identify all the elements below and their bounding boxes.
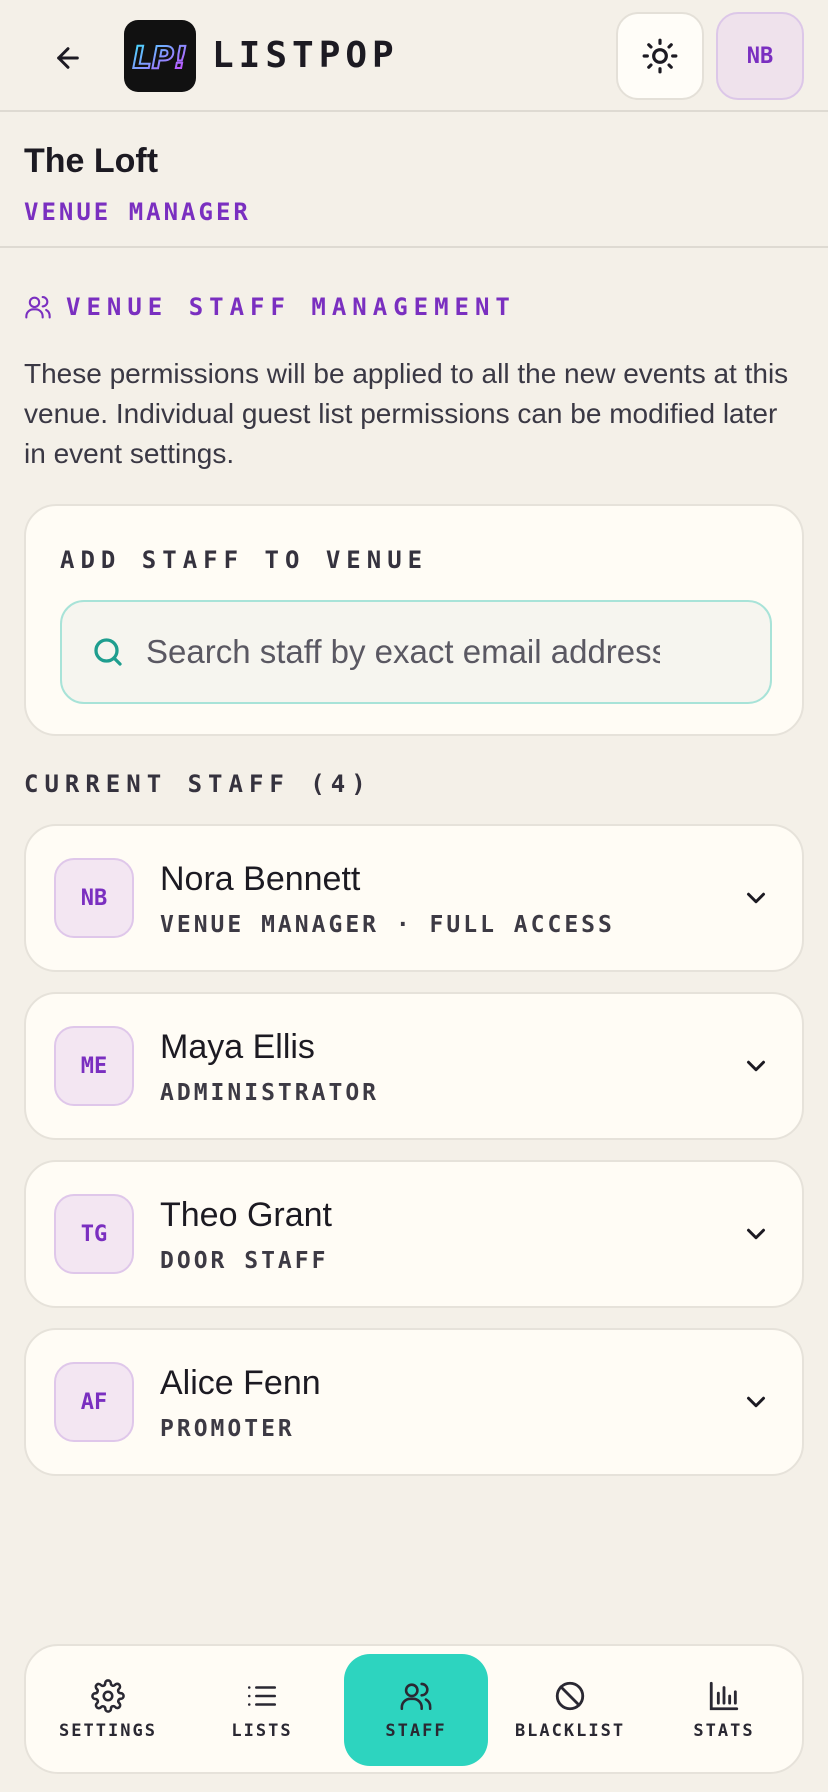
staff-role: DOOR STAFF bbox=[160, 1248, 329, 1274]
staff-name: Alice Fenn bbox=[160, 1364, 321, 1402]
ban-icon bbox=[555, 1681, 585, 1711]
staff-name: Theo Grant bbox=[160, 1196, 332, 1234]
venue-name: The Loft bbox=[24, 142, 159, 180]
nav-label: STAFF bbox=[385, 1721, 447, 1741]
chevron-down-icon bbox=[747, 892, 765, 904]
add-staff-label: ADD STAFF TO VENUE bbox=[60, 546, 429, 574]
section-heading: VENUE STAFF MANAGEMENT bbox=[24, 290, 516, 324]
nav-label: BLACKLIST bbox=[514, 1721, 626, 1741]
arrow-left-icon bbox=[57, 47, 79, 69]
staff-card[interactable]: TG Theo Grant DOOR STAFF bbox=[24, 1160, 804, 1308]
nav-tab-lists[interactable]: LISTS bbox=[190, 1654, 334, 1766]
sun-icon bbox=[642, 38, 678, 74]
staff-search-input[interactable] bbox=[146, 633, 660, 671]
staff-role: VENUE MANAGER · FULL ACCESS bbox=[160, 912, 615, 938]
staff-name: Nora Bennett bbox=[160, 860, 361, 898]
nav-tab-blacklist[interactable]: BLACKLIST bbox=[498, 1654, 642, 1766]
nav-label: SETTINGS bbox=[59, 1721, 157, 1741]
chevron-down-icon bbox=[747, 1396, 765, 1408]
expand-button[interactable] bbox=[738, 1216, 774, 1252]
top-bar: LP! LISTPOP NB bbox=[0, 0, 828, 112]
users-icon bbox=[25, 296, 51, 319]
theme-toggle-button[interactable] bbox=[616, 12, 704, 100]
staff-card[interactable]: NB Nora Bennett VENUE MANAGER · FULL ACC… bbox=[24, 824, 804, 972]
staff-card[interactable]: ME Maya Ellis ADMINISTRATOR bbox=[24, 992, 804, 1140]
bar-chart-icon bbox=[709, 1681, 739, 1711]
staff-search-field[interactable] bbox=[60, 600, 772, 704]
gear-icon bbox=[91, 1679, 125, 1713]
nav-tab-staff[interactable]: STAFF bbox=[344, 1654, 488, 1766]
user-avatar-button[interactable]: NB bbox=[716, 12, 804, 100]
section-description: These permissions will be applied to all… bbox=[24, 358, 789, 469]
staff-card[interactable]: AF Alice Fenn PROMOTER bbox=[24, 1328, 804, 1476]
svg-text:LP!: LP! bbox=[133, 41, 188, 76]
nav-tab-stats[interactable]: STATS bbox=[652, 1654, 796, 1766]
users-icon bbox=[400, 1682, 432, 1711]
staff-avatar: NB bbox=[54, 858, 134, 938]
back-button[interactable] bbox=[44, 34, 92, 82]
nav-label: LISTS bbox=[231, 1721, 293, 1741]
add-staff-card: ADD STAFF TO VENUE bbox=[24, 504, 804, 736]
expand-button[interactable] bbox=[738, 1048, 774, 1084]
app-brand: LISTPOP bbox=[212, 34, 399, 76]
current-staff-label: CURRENT STAFF (4) bbox=[24, 770, 372, 798]
list-icon bbox=[247, 1686, 277, 1706]
staff-role: PROMOTER bbox=[160, 1416, 295, 1442]
bottom-nav: SETTINGS LISTS STAFF BLACKLIST STATS bbox=[24, 1644, 804, 1774]
section-title: VENUE STAFF MANAGEMENT bbox=[66, 293, 516, 321]
expand-button[interactable] bbox=[738, 1384, 774, 1420]
staff-name: Maya Ellis bbox=[160, 1028, 315, 1066]
chevron-down-icon bbox=[747, 1060, 765, 1072]
nav-label: STATS bbox=[693, 1721, 755, 1741]
staff-avatar: TG bbox=[54, 1194, 134, 1274]
staff-avatar: ME bbox=[54, 1026, 134, 1106]
staff-avatar: AF bbox=[54, 1362, 134, 1442]
expand-button[interactable] bbox=[738, 880, 774, 916]
search-icon bbox=[94, 638, 122, 666]
venue-role: VENUE MANAGER bbox=[24, 198, 251, 226]
staff-role: ADMINISTRATOR bbox=[160, 1080, 380, 1106]
nav-tab-settings[interactable]: SETTINGS bbox=[36, 1654, 180, 1766]
chevron-down-icon bbox=[747, 1228, 765, 1240]
venue-header: The Loft VENUE MANAGER bbox=[0, 112, 828, 248]
app-logo: LP! bbox=[124, 20, 196, 92]
